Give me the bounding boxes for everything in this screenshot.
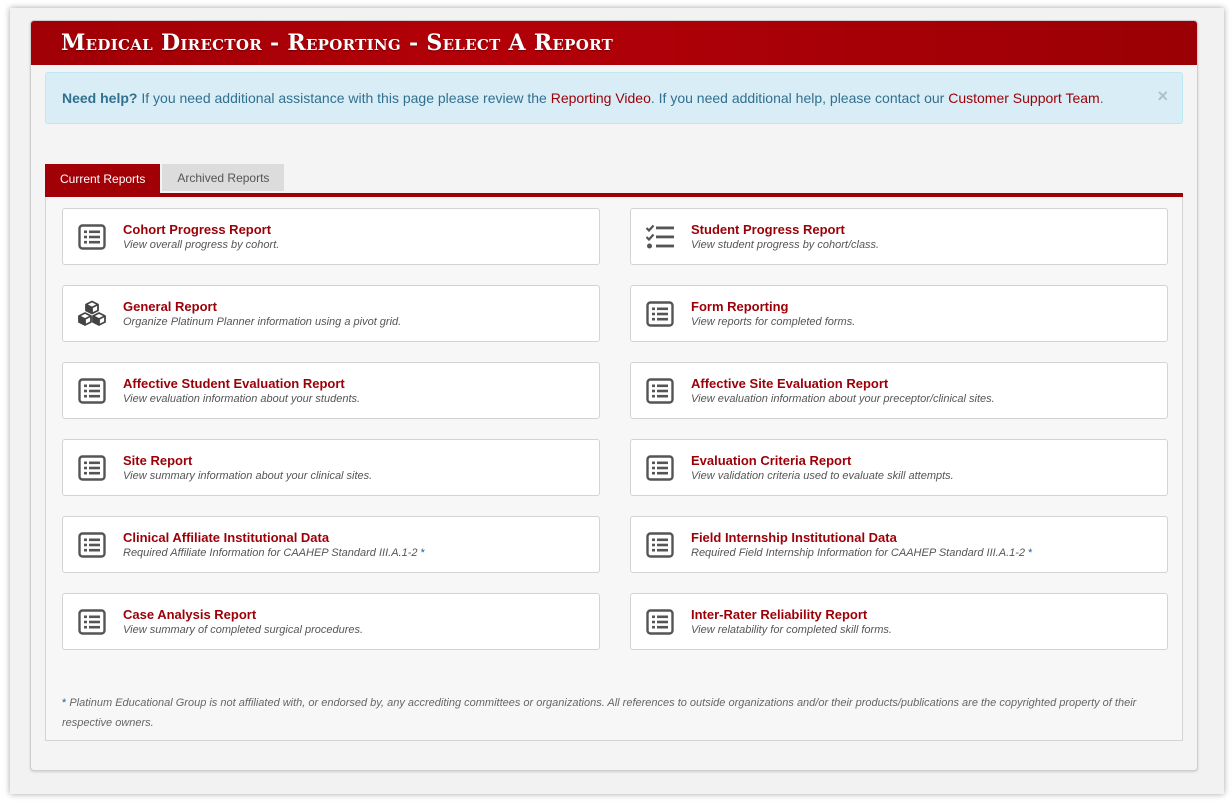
- list-icon: [77, 376, 107, 406]
- footnote-text: Platinum Educational Group is not affili…: [62, 697, 1137, 729]
- report-title: Evaluation Criteria Report: [691, 453, 852, 468]
- report-title: Form Reporting: [691, 299, 789, 314]
- report-title: Site Report: [123, 453, 193, 468]
- report-card-student-progress[interactable]: Student Progress Report View student pro…: [630, 208, 1168, 265]
- report-card-affective-site[interactable]: Affective Site Evaluation Report View ev…: [630, 362, 1168, 419]
- help-lead: Need help?: [62, 90, 138, 106]
- list-icon: [77, 530, 107, 560]
- report-panel: Medical Director - Reporting - Select A …: [30, 20, 1198, 771]
- report-desc: View summary of completed surgical proce…: [123, 624, 364, 636]
- report-title: Inter-Rater Reliability Report: [691, 607, 868, 622]
- customer-support-link[interactable]: Customer Support Team: [948, 90, 1099, 106]
- report-desc: Required Field Internship Information fo…: [691, 547, 1032, 559]
- report-card-cohort-progress[interactable]: Cohort Progress Report View overall prog…: [62, 208, 600, 265]
- report-desc: View summary information about your clin…: [123, 470, 373, 482]
- close-icon[interactable]: ×: [1157, 87, 1168, 105]
- list-icon: [645, 376, 675, 406]
- report-desc-text: Required Affiliate Information for CAAHE…: [123, 547, 418, 559]
- asterisk-mark: *: [420, 547, 425, 559]
- list-icon: [77, 453, 107, 483]
- panel-header: Medical Director - Reporting - Select A …: [31, 21, 1197, 65]
- reports-grid: Cohort Progress Report View overall prog…: [45, 197, 1183, 741]
- asterisk-mark: *: [1028, 547, 1033, 559]
- tab-current-reports[interactable]: Current Reports: [45, 164, 161, 193]
- report-desc: Organize Platinum Planner information us…: [123, 316, 402, 328]
- report-desc: View reports for completed forms.: [691, 316, 856, 328]
- help-text-1: If you need additional assistance with t…: [137, 90, 551, 106]
- report-desc: View student progress by cohort/class.: [691, 239, 880, 251]
- report-card-clinical-affiliate[interactable]: Clinical Affiliate Institutional Data Re…: [62, 516, 600, 573]
- list-icon: [77, 222, 107, 252]
- report-title: Affective Student Evaluation Report: [123, 376, 345, 391]
- report-title: Cohort Progress Report: [123, 222, 272, 237]
- report-card-form-reporting[interactable]: Form Reporting View reports for complete…: [630, 285, 1168, 342]
- report-title: Case Analysis Report: [123, 607, 257, 622]
- help-text-3: .: [1099, 90, 1104, 106]
- list-icon: [645, 607, 675, 637]
- help-text-2: . If you need additional help, please co…: [650, 90, 949, 106]
- report-card-evaluation-criteria[interactable]: Evaluation Criteria Report View validati…: [630, 439, 1168, 496]
- report-desc: View validation criteria used to evaluat…: [691, 470, 954, 482]
- disclaimer-footnote: * Platinum Educational Group is not affi…: [62, 693, 1162, 733]
- tab-archived-reports[interactable]: Archived Reports: [162, 164, 285, 191]
- list-icon: [645, 299, 675, 329]
- report-card-case-analysis[interactable]: Case Analysis Report View summary of com…: [62, 593, 600, 650]
- report-desc: View overall progress by cohort.: [123, 239, 280, 251]
- list-icon: [645, 530, 675, 560]
- report-card-site[interactable]: Site Report View summary information abo…: [62, 439, 600, 496]
- report-title: Field Internship Institutional Data: [691, 530, 897, 545]
- report-title: Student Progress Report: [691, 222, 845, 237]
- report-card-general[interactable]: General Report Organize Platinum Planner…: [62, 285, 600, 342]
- report-desc: Required Affiliate Information for CAAHE…: [123, 547, 425, 559]
- report-desc: View relatability for completed skill fo…: [691, 624, 892, 636]
- list-icon: [645, 453, 675, 483]
- reporting-video-link[interactable]: Reporting Video: [551, 90, 651, 106]
- report-card-inter-rater[interactable]: Inter-Rater Reliability Report View rela…: [630, 593, 1168, 650]
- report-desc-text: Required Field Internship Information fo…: [691, 547, 1026, 559]
- report-title: Affective Site Evaluation Report: [691, 376, 889, 391]
- report-desc: View evaluation information about your p…: [691, 393, 995, 405]
- report-title: General Report: [123, 299, 217, 314]
- tasks-icon: [645, 222, 675, 252]
- report-desc: View evaluation information about your s…: [123, 393, 361, 405]
- report-tabs: Current Reports Archived Reports: [45, 164, 1183, 197]
- report-card-affective-student[interactable]: Affective Student Evaluation Report View…: [62, 362, 600, 419]
- help-alert: Need help? If you need additional assist…: [45, 72, 1183, 124]
- cubes-icon: [77, 299, 107, 329]
- list-icon: [77, 607, 107, 637]
- page-title: Medical Director - Reporting - Select A …: [61, 30, 614, 56]
- report-title: Clinical Affiliate Institutional Data: [123, 530, 330, 545]
- report-card-field-internship[interactable]: Field Internship Institutional Data Requ…: [630, 516, 1168, 573]
